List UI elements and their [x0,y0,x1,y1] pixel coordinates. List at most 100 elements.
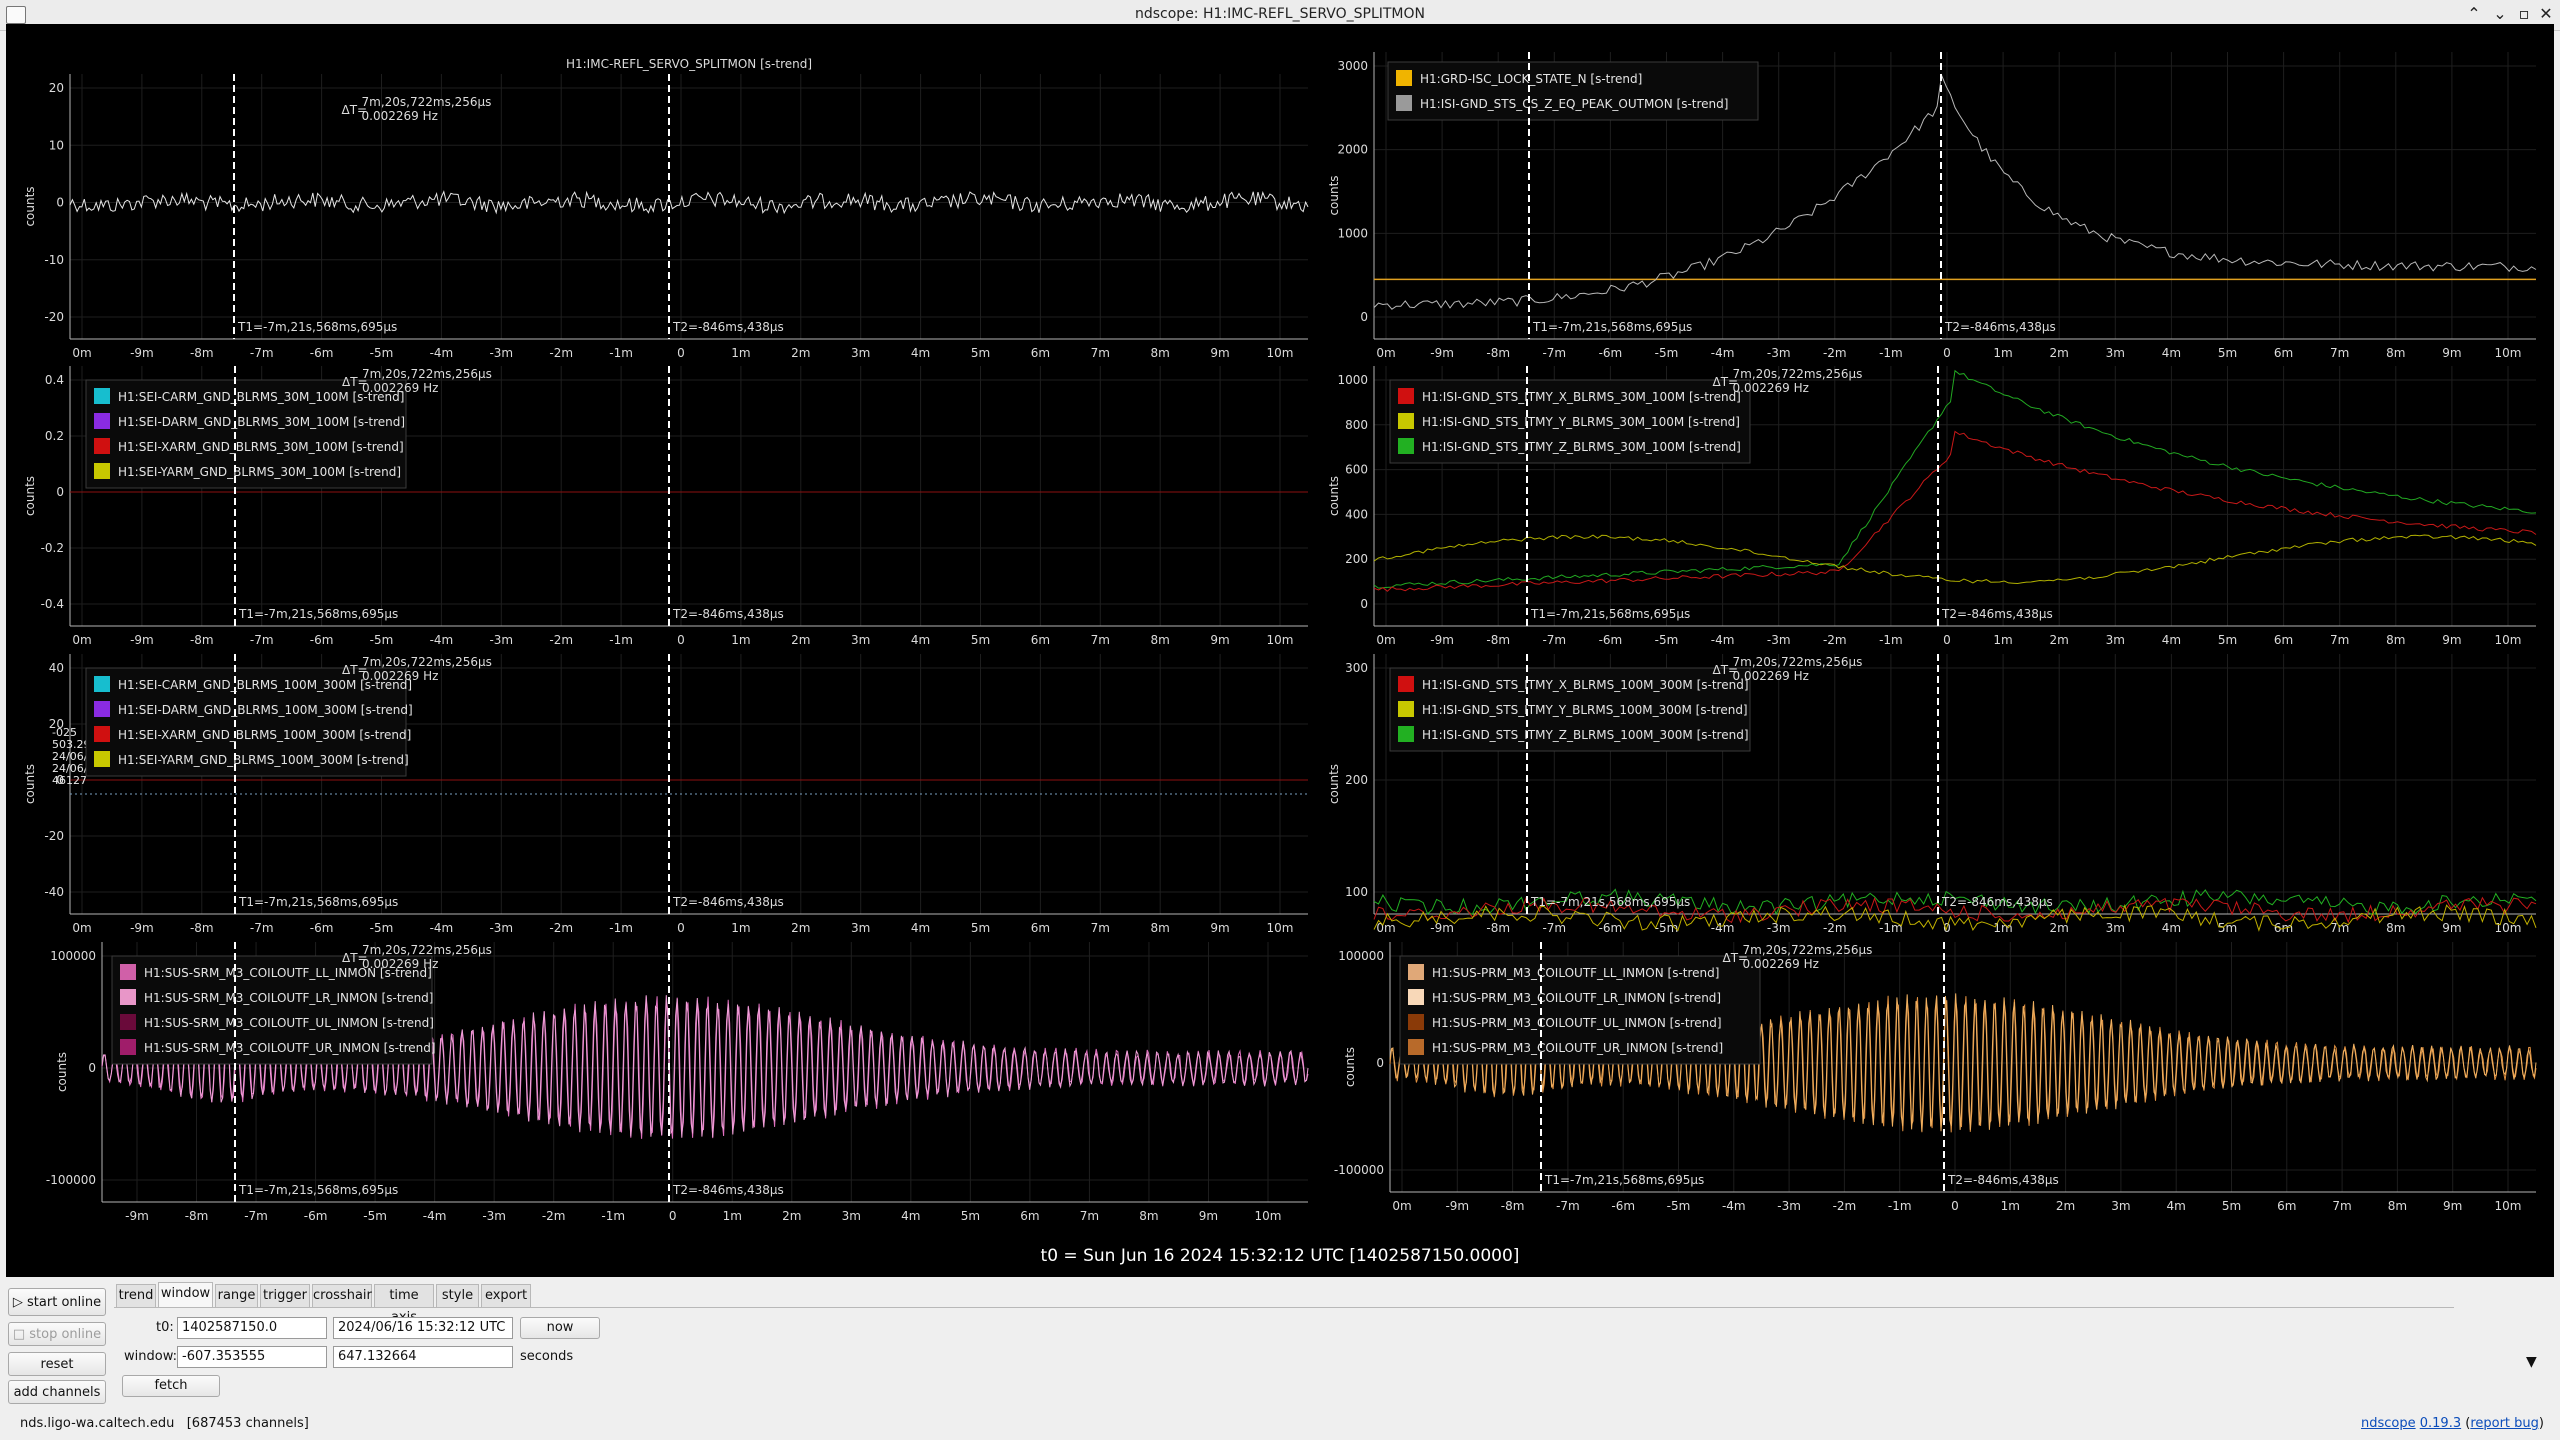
x-tick-label: 6m [2274,633,2293,647]
x-tick-label: 8m [1151,346,1170,360]
t0-utc-input[interactable]: 2024/06/16 15:32:12 UTC [333,1317,513,1339]
y-axis-label: counts [23,476,37,516]
plot-panel[interactable]: 0m -9m -8m -7m -6m -5m -4m -3m -2m -1m 0 1m 2m 3m 4m 5m… [23,57,1309,360]
x-tick-label: 6m [1031,633,1050,647]
minimize-icon[interactable]: ⌃ [2464,4,2484,23]
x-tick-label: 3m [851,921,870,935]
delta-f-value: 0.002269 Hz [362,957,438,971]
plot-panel[interactable]: 0m -9m -8m -7m -6m -5m -4m -3m -2m -1m 0 1m 2m 3m 4m 5m… [1334,942,2537,1213]
hover-readout: 46127 [52,774,87,787]
plot-area[interactable]: 0m -9m -8m -7m -6m -5m -4m -3m -2m -1m 0 1m 2m 3m 4m 5m… [6,24,2554,1277]
t1-readout: T1=-7m,21s,568ms,695µs [238,895,398,909]
x-tick-label: 6m [1031,921,1050,935]
legend-swatch [1398,676,1414,692]
y-axis-label: counts [1343,1047,1357,1087]
tab-trend[interactable]: trend [116,1284,156,1307]
x-tick-label: -6m [304,1209,328,1223]
tab-range[interactable]: range [215,1284,258,1307]
legend-swatch [1408,964,1424,980]
t2-readout: T2=-846ms,438µs [1944,320,2056,334]
x-tick-label: -4m [430,921,454,935]
start-online-button[interactable]: ▷ start online [8,1288,106,1316]
y-tick-label: 300 [1345,661,1368,675]
plot-panel[interactable]: 0m -9m -8m -7m -6m -5m -4m -3m -2m -1m 0 1m 2m 3m 4m 5m… [1327,52,2537,360]
now-button[interactable]: now [520,1317,600,1339]
maximize-icon[interactable]: ▫ [2514,4,2534,23]
fetch-button[interactable]: fetch [122,1375,220,1397]
y-tick-label: 800 [1345,418,1368,432]
y-axis-label: counts [23,186,37,226]
version-link[interactable]: 0.19.3 [2420,1416,2461,1431]
legend-swatch [94,388,110,404]
x-tick-label: 10m [1255,1209,1282,1223]
legend-label: H1:SEI-DARM_GND_BLRMS_100M_300M [s-trend… [118,703,413,717]
x-tick-label: 10m [2495,921,2522,935]
legend-label: H1:ISI-GND_STS_ITMY_Z_BLRMS_100M_300M [s… [1422,728,1749,742]
x-tick-label: -9m [130,346,154,360]
x-tick-label: 8m [2386,346,2405,360]
window-end-input[interactable]: 647.132664 [333,1346,513,1368]
delta-f-value: 0.002269 Hz [1733,669,1809,683]
ndscope-link[interactable]: ndscope [2361,1416,2416,1431]
delta-f-value: 0.002269 Hz [362,669,438,683]
x-tick-label: 4m [2162,346,2181,360]
x-tick-label: -6m [310,633,334,647]
plot-panel[interactable]: 0m -9m -8m -7m -6m -5m -4m -3m -2m -1m 0 1m 2m 3m 4m 5m… [1327,654,2537,935]
x-tick-label: 0 [677,346,685,360]
plot-panel[interactable]: -9m -8m -7m -6m -5m -4m -3m -2m -1m 0 1m 2m 3m 4m 5m 6m… [46,942,1309,1223]
x-tick-label: 8m [1139,1209,1158,1223]
tab-trigger[interactable]: trigger [260,1284,310,1307]
legend-label: H1:ISI-GND_STS_ITMY_X_BLRMS_30M_100M [s-… [1422,390,1741,404]
x-tick-label: -7m [1542,346,1566,360]
restore-icon[interactable]: ⌄ [2490,4,2510,23]
plot-panel[interactable]: 0m -9m -8m -7m -6m -5m -4m -3m -2m -1m 0 1m 2m 3m 4m 5m… [1327,366,2537,647]
x-tick-label: 9m [2442,633,2461,647]
x-tick-label: 4m [911,346,930,360]
reset-button[interactable]: reset [8,1352,106,1376]
x-tick-label: -3m [489,633,513,647]
t1-readout: T1=-7m,21s,568ms,695µs [238,1183,398,1197]
tab-time-axis[interactable]: time axis [374,1284,434,1325]
x-tick-label: -1m [1879,346,1903,360]
legend-swatch [1398,438,1414,454]
x-tick-label: 8m [1151,921,1170,935]
x-tick-label: 5m [2218,346,2237,360]
tab-crosshair[interactable]: crosshair [312,1284,372,1307]
x-tick-label: -2m [1823,346,1847,360]
window-title: ndscope: H1:IMC-REFL_SERVO_SPLITMON [1134,6,1426,22]
legend-swatch [1408,989,1424,1005]
x-tick-label: 9m [2443,1199,2462,1213]
close-icon[interactable]: ✕ [2536,4,2556,23]
t0-field-label: t0: [156,1320,174,1335]
x-tick-label: -2m [1823,921,1847,935]
tab-style[interactable]: style [436,1284,479,1307]
x-tick-label: 9m [2442,921,2461,935]
tab-window[interactable]: window [158,1282,213,1307]
y-tick-label: 0 [56,196,64,210]
legend-swatch [120,1039,136,1055]
legend-swatch [94,751,110,767]
window-start-input[interactable]: -607.353555 [177,1346,327,1368]
legend-label: H1:SEI-XARM_GND_BLRMS_30M_100M [s-trend] [118,440,404,454]
t0-gps-input[interactable]: 1402587150.0 [177,1317,327,1339]
x-tick-label: 5m [2222,1199,2241,1213]
plot-panel[interactable]: 0m -9m -8m -7m -6m -5m -4m -3m -2m -1m 0 1m 2m 3m 4m 5m… [23,654,1308,935]
x-tick-label: -9m [1430,633,1454,647]
add-channels-button[interactable]: add channels [8,1380,106,1404]
legend-swatch [1408,1039,1424,1055]
stop-online-button[interactable]: □ stop online [8,1322,106,1346]
x-tick-label: 0 [1943,633,1951,647]
x-tick-label: -2m [549,633,573,647]
x-tick-label: 4m [911,633,930,647]
collapse-arrow-icon[interactable]: ▼ [2526,1354,2537,1370]
y-tick-label: 600 [1345,463,1368,477]
x-tick-label: 1m [731,633,750,647]
x-tick-label: 5m [971,346,990,360]
plot-panel[interactable]: 0m -9m -8m -7m -6m -5m -4m -3m -2m -1m 0 1m 2m 3m 4m 5m… [23,366,1308,647]
x-tick-label: -1m [609,633,633,647]
y-tick-label: 10 [49,138,64,152]
tab-export[interactable]: export [481,1284,531,1307]
report-bug-link[interactable]: report bug [2470,1416,2539,1431]
x-tick-label: -4m [423,1209,447,1223]
plots-canvas[interactable]: 0m -9m -8m -7m -6m -5m -4m -3m -2m -1m 0 1m 2m 3m 4m 5m… [6,24,2554,1277]
